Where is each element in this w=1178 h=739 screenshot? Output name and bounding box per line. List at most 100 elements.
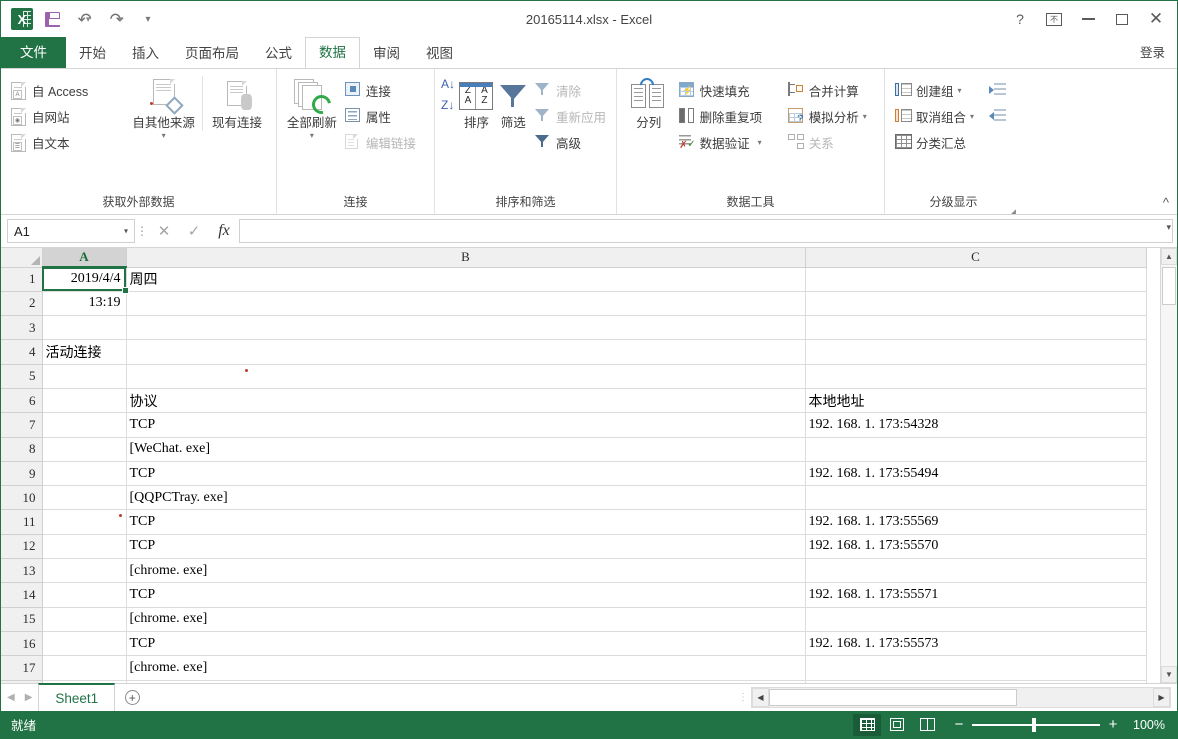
chevron-down-icon[interactable]: ▾ xyxy=(124,227,128,236)
scroll-right-button[interactable]: ▶ xyxy=(1153,688,1170,707)
cell-b14[interactable]: TCP xyxy=(126,582,806,608)
chevron-down-icon[interactable]: ▾ xyxy=(310,132,314,140)
cell-c16[interactable]: 192. 168. 1. 173:55573 xyxy=(805,631,1147,657)
cell-c15[interactable] xyxy=(805,607,1147,632)
scroll-left-button[interactable]: ◀ xyxy=(752,688,769,707)
data-validation-button[interactable]: ✓ ✗ 数据验证 ▾ xyxy=(675,130,784,155)
filter-button[interactable]: 筛选 xyxy=(495,76,531,131)
cell-a6[interactable] xyxy=(42,388,127,414)
cell-a3[interactable] xyxy=(42,315,127,341)
row-header-7[interactable]: 7 xyxy=(1,412,43,438)
chevron-down-icon[interactable]: ▾ xyxy=(863,113,867,121)
cell-b9[interactable]: TCP xyxy=(126,461,806,487)
row-header-18[interactable]: 18 xyxy=(1,679,43,683)
insert-function-button[interactable]: fx xyxy=(209,219,239,243)
cell-c7[interactable]: 192. 168. 1. 173:54328 xyxy=(805,412,1147,438)
next-sheet-button[interactable]: ▶ xyxy=(25,692,33,703)
scroll-down-button[interactable]: ▼ xyxy=(1161,666,1177,683)
name-box[interactable]: A1 ▾ xyxy=(7,219,135,243)
help-button[interactable]: ? xyxy=(1003,4,1037,34)
text-to-columns-button[interactable]: 分列 xyxy=(623,75,675,131)
close-button[interactable]: ✕ xyxy=(1139,4,1173,34)
connections-button[interactable]: 连接 xyxy=(341,78,429,103)
hide-detail-button[interactable] xyxy=(987,104,1013,129)
zoom-out-button[interactable]: − xyxy=(953,717,965,732)
cell-b4[interactable] xyxy=(126,339,806,365)
subtotal-button[interactable]: 分类汇总 xyxy=(891,130,987,155)
existing-connections-button[interactable]: 现有连接 xyxy=(202,76,271,131)
outline-dialog-launcher-icon[interactable]: ◢ xyxy=(1008,203,1017,214)
cell-c4[interactable] xyxy=(805,339,1147,365)
cell-c9[interactable]: 192. 168. 1. 173:55494 xyxy=(805,461,1147,487)
tab-data[interactable]: 数据 xyxy=(305,37,360,68)
properties-button[interactable]: 属性 xyxy=(341,104,429,129)
row-header-6[interactable]: 6 xyxy=(1,387,43,414)
column-header-c[interactable]: C xyxy=(804,248,1147,268)
cell-b7[interactable]: TCP xyxy=(126,412,806,438)
zoom-in-button[interactable]: + xyxy=(1107,717,1119,732)
redo-dropdown-icon[interactable]: ▾ xyxy=(118,14,123,25)
redo-button[interactable]: ↷ ▾ xyxy=(101,6,131,32)
row-header-11[interactable]: 11 xyxy=(1,509,43,535)
page-layout-view-button[interactable] xyxy=(883,714,911,736)
cell-b1[interactable]: 周四 xyxy=(126,267,806,292)
cell-a13[interactable] xyxy=(42,558,127,584)
row-header-10[interactable]: 10 xyxy=(1,485,43,511)
cell-b12[interactable]: TCP xyxy=(126,534,806,560)
row-header-5[interactable]: 5 xyxy=(1,363,43,389)
collapse-ribbon-button[interactable]: ^ xyxy=(1163,195,1169,210)
chevron-down-icon[interactable]: ▾ xyxy=(162,132,166,140)
zoom-level-label[interactable]: 100% xyxy=(1121,718,1165,732)
cell-a18[interactable] xyxy=(42,680,127,683)
cell-c6[interactable]: 本地地址 xyxy=(805,388,1147,414)
cell-a9[interactable] xyxy=(42,461,127,487)
chevron-down-icon[interactable]: ▾ xyxy=(970,113,974,121)
cancel-button[interactable]: ✕ xyxy=(149,219,179,243)
cell-a10[interactable] xyxy=(42,485,127,511)
row-header-12[interactable]: 12 xyxy=(1,533,43,560)
tab-page-layout[interactable]: 页面布局 xyxy=(172,39,252,68)
cell-a8[interactable] xyxy=(42,437,127,462)
tab-home[interactable]: 开始 xyxy=(66,39,119,68)
chevron-down-icon[interactable]: ▾ xyxy=(758,139,762,147)
sort-ascending-button[interactable]: A↓ xyxy=(441,78,457,90)
cell-a16[interactable] xyxy=(42,631,127,657)
tab-view[interactable]: 视图 xyxy=(413,39,466,68)
row-header-4[interactable]: 4 xyxy=(1,339,43,365)
cell-b3[interactable] xyxy=(126,315,806,341)
consolidate-button[interactable]: 合并计算 xyxy=(784,78,879,103)
what-if-analysis-button[interactable]: ? 模拟分析 ▾ xyxy=(784,104,879,129)
row-header-17[interactable]: 17 xyxy=(1,655,43,681)
row-header-16[interactable]: 16 xyxy=(1,630,43,657)
cell-b5[interactable] xyxy=(126,364,806,389)
tab-formulas[interactable]: 公式 xyxy=(252,39,305,68)
cell-c17[interactable] xyxy=(805,655,1147,681)
horizontal-scroll-thumb[interactable] xyxy=(769,689,1017,706)
cell-b17[interactable]: [chrome. exe] xyxy=(126,655,806,681)
cell-c5[interactable] xyxy=(805,364,1147,389)
sign-in-link[interactable]: 登录 xyxy=(1140,39,1177,68)
row-header-14[interactable]: 14 xyxy=(1,582,43,608)
cell-c3[interactable] xyxy=(805,315,1147,341)
zoom-slider-thumb[interactable] xyxy=(1032,717,1036,732)
expand-formula-bar-button[interactable]: ▾ xyxy=(1166,222,1171,233)
cell-a1[interactable]: 2019/4/4 xyxy=(42,267,128,294)
cell-b6[interactable]: 协议 xyxy=(126,388,806,414)
cell-a5[interactable] xyxy=(42,364,127,389)
refresh-all-button[interactable]: 全部刷新 ▾ xyxy=(283,76,341,140)
cell-b2[interactable] xyxy=(126,291,806,317)
cell-a11[interactable] xyxy=(42,509,127,535)
worksheet-grid[interactable]: A B C 1 2019/4/4 周四 2 13:19 3 4 活动连接 5 6… xyxy=(1,248,1160,683)
cell-a15[interactable] xyxy=(42,607,127,632)
row-header-15[interactable]: 15 xyxy=(1,606,43,632)
sort-button[interactable]: ZAAZ 排序 xyxy=(457,76,495,131)
vertical-scroll-thumb[interactable] xyxy=(1162,267,1176,305)
cell-b16[interactable]: TCP xyxy=(126,631,806,657)
row-header-2[interactable]: 2 xyxy=(1,290,43,317)
cell-a17[interactable] xyxy=(42,655,127,681)
add-sheet-button[interactable]: + xyxy=(115,684,149,711)
from-web-button[interactable]: ◉ 自网站 xyxy=(7,104,125,129)
tab-file[interactable]: 文件 xyxy=(1,37,66,68)
split-handle[interactable]: ⋮ xyxy=(735,684,751,711)
from-access-button[interactable]: A 自 Access xyxy=(7,78,125,103)
